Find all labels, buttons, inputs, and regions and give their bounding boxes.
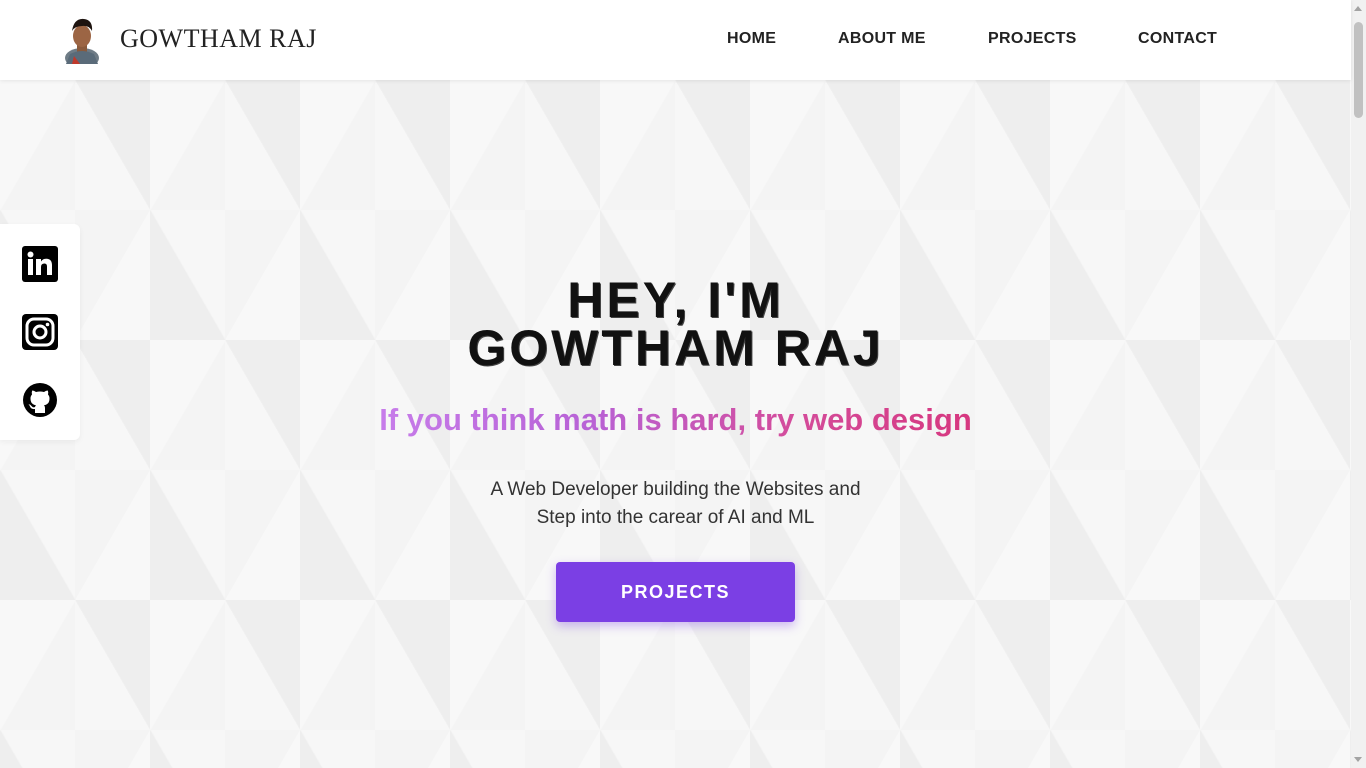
scroll-up-icon[interactable] bbox=[1354, 6, 1362, 11]
site-brand[interactable]: GOWTHAM RAJ bbox=[120, 24, 317, 54]
hero-tagline: If you think math is hard, try web desig… bbox=[0, 402, 1351, 438]
hero-desc-line2: Step into the carear of AI and ML bbox=[536, 507, 815, 528]
hero-title-line2: GOWTHAM RAJ bbox=[467, 320, 884, 376]
hero-tagline-text: If you think math is hard, try web desig… bbox=[379, 402, 972, 437]
hero-title: HEY, I'M GOWTHAM RAJ bbox=[0, 275, 1351, 373]
social-links bbox=[0, 224, 80, 440]
avatar[interactable] bbox=[60, 14, 104, 64]
hero-description: A Web Developer building the Websites an… bbox=[0, 476, 1351, 532]
github-icon[interactable] bbox=[22, 382, 58, 418]
page-scrollbar[interactable] bbox=[1351, 0, 1366, 768]
projects-button[interactable]: PROJECTS bbox=[556, 562, 795, 622]
nav-about-me[interactable]: ABOUT ME bbox=[838, 30, 926, 48]
profile-photo-icon bbox=[65, 18, 99, 64]
scrollbar-thumb[interactable] bbox=[1354, 22, 1363, 118]
nav-home[interactable]: HOME bbox=[727, 30, 776, 48]
scroll-down-icon[interactable] bbox=[1354, 757, 1362, 762]
hero-desc-line1: A Web Developer building the Websites an… bbox=[490, 479, 861, 500]
nav-contact[interactable]: CONTACT bbox=[1138, 30, 1217, 48]
linkedin-icon[interactable] bbox=[22, 246, 58, 282]
nav-projects[interactable]: PROJECTS bbox=[988, 30, 1077, 48]
instagram-icon[interactable] bbox=[22, 314, 58, 350]
site-header: GOWTHAM RAJ HOME ABOUT ME PROJECTS CONTA… bbox=[0, 0, 1351, 80]
